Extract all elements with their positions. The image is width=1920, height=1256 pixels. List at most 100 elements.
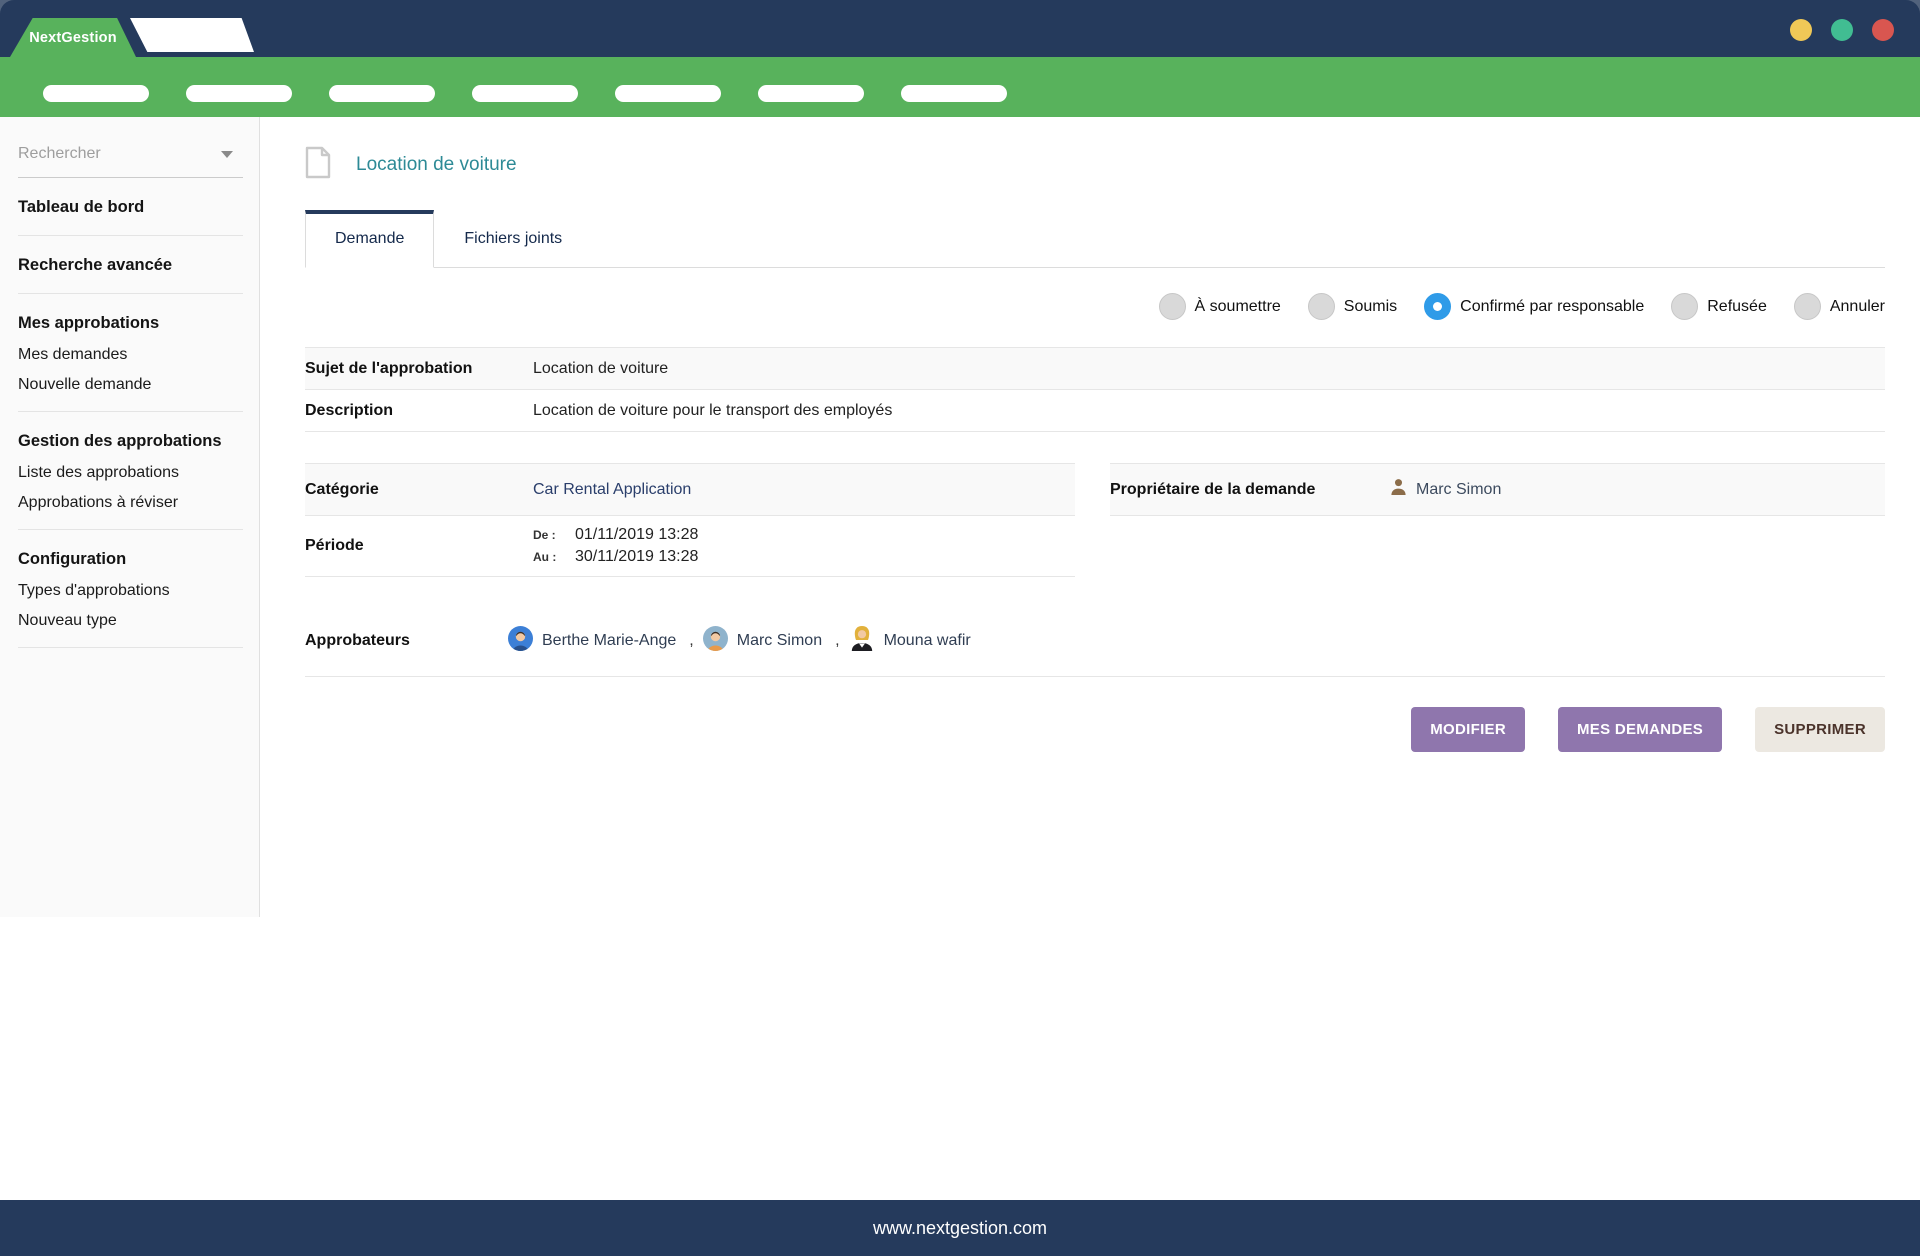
modifier-button[interactable]: MODIFIER xyxy=(1411,707,1525,752)
sidebar: Rechercher Tableau de bord Recherche ava… xyxy=(0,117,260,917)
nav-pill-placeholder xyxy=(758,85,864,102)
titlebar-backdrop: NextGestion xyxy=(0,0,1920,57)
radio-confirme-par-responsable[interactable]: Confirmé par responsable xyxy=(1424,293,1644,320)
sidebar-item-liste-des-approbations[interactable]: Liste des approbations xyxy=(18,454,243,484)
page-header: Location de voiture xyxy=(305,146,1885,184)
tab-bar: Demande Fichiers joints xyxy=(305,210,1885,268)
sidebar-group-gestion-des-approbations[interactable]: Gestion des approbations xyxy=(18,429,243,454)
nav-pill-placeholder xyxy=(43,85,149,102)
radio-soumis[interactable]: Soumis xyxy=(1308,293,1397,320)
sidebar-group-configuration[interactable]: Configuration xyxy=(18,547,243,572)
avatar-male-blue-icon xyxy=(508,626,533,656)
app-window: NextGestion Rechercher Tableau xyxy=(0,0,1920,1256)
page-title: Location de voiture xyxy=(356,154,517,176)
period-from-line: De : 01/11/2019 13:28 xyxy=(533,526,698,544)
sidebar-section: Tableau de bord xyxy=(18,178,243,236)
subject-value: Location de voiture xyxy=(533,360,668,378)
approver-mouna-wafir[interactable]: Mouna wafir xyxy=(849,625,971,656)
radio-label: Refusée xyxy=(1707,298,1767,316)
search-dropdown[interactable]: Rechercher xyxy=(18,143,243,178)
window-controls xyxy=(1790,19,1894,41)
radio-selected-icon xyxy=(1424,293,1451,320)
period-to-value: 30/11/2019 13:28 xyxy=(575,548,698,566)
window-minimize-dot-icon[interactable] xyxy=(1790,19,1812,41)
nav-pill-placeholder xyxy=(615,85,721,102)
tab-demande[interactable]: Demande xyxy=(305,210,434,268)
mes-demandes-button[interactable]: MES DEMANDES xyxy=(1558,707,1722,752)
sidebar-section: Gestion des approbations Liste des appro… xyxy=(18,412,243,530)
table-row-owner: Propriétaire de la demande Marc Simon xyxy=(1110,464,1885,516)
sidebar-item-nouvelle-demande[interactable]: Nouvelle demande xyxy=(18,366,243,396)
approver-name: Marc Simon xyxy=(737,632,822,650)
period-to-line: Au : 30/11/2019 13:28 xyxy=(533,548,698,566)
table-row-period: Période De : 01/11/2019 13:28 Au : 30/11… xyxy=(305,516,1075,577)
brand-tab[interactable]: NextGestion xyxy=(10,18,136,57)
radio-icon xyxy=(1794,293,1821,320)
description-label: Description xyxy=(305,402,533,420)
sidebar-item-approbations-a-reviser[interactable]: Approbations à réviser xyxy=(18,484,243,514)
main-panel: Location de voiture Demande Fichiers joi… xyxy=(260,117,1920,752)
sidebar-item-types-dapprobations[interactable]: Types d'approbations xyxy=(18,572,243,602)
category-value-link[interactable]: Car Rental Application xyxy=(533,481,691,499)
approver-berthe-marie-ange[interactable]: Berthe Marie-Ange xyxy=(508,626,676,656)
window-titlebar: NextGestion xyxy=(0,0,1920,57)
search-placeholder: Rechercher xyxy=(18,145,101,163)
period-values: De : 01/11/2019 13:28 Au : 30/11/2019 13… xyxy=(533,526,698,566)
radio-icon xyxy=(1159,293,1186,320)
details-columns: Catégorie Car Rental Application Période… xyxy=(305,463,1885,577)
sidebar-group-mes-approbations[interactable]: Mes approbations xyxy=(18,311,243,336)
main-navbar xyxy=(0,57,1920,117)
owner-table: Propriétaire de la demande Marc Simon xyxy=(1110,463,1885,577)
avatar-male-orange-icon xyxy=(703,626,728,656)
table-row-category: Catégorie Car Rental Application xyxy=(305,464,1075,516)
nav-pill-placeholder xyxy=(472,85,578,102)
period-from-label: De : xyxy=(533,528,575,542)
radio-annuler[interactable]: Annuler xyxy=(1794,293,1885,320)
radio-label: Confirmé par responsable xyxy=(1460,298,1644,316)
radio-label: Soumis xyxy=(1344,298,1397,316)
period-to-label: Au : xyxy=(533,550,575,564)
sidebar-section: Mes approbations Mes demandes Nouvelle d… xyxy=(18,294,243,412)
sidebar-item-nouveau-type[interactable]: Nouveau type xyxy=(18,602,243,632)
sidebar-section: Configuration Types d'approbations Nouve… xyxy=(18,530,243,648)
radio-a-soumettre[interactable]: À soumettre xyxy=(1159,293,1281,320)
tab-fichiers-joints[interactable]: Fichiers joints xyxy=(434,211,592,267)
nav-pill-placeholder xyxy=(186,85,292,102)
radio-icon xyxy=(1308,293,1335,320)
sidebar-item-mes-demandes[interactable]: Mes demandes xyxy=(18,336,243,366)
description-value: Location de voiture pour le transport de… xyxy=(533,402,892,420)
period-from-value: 01/11/2019 13:28 xyxy=(575,526,698,544)
subject-label: Sujet de l'approbation xyxy=(305,360,533,378)
user-icon xyxy=(1390,478,1407,501)
window-maximize-dot-icon[interactable] xyxy=(1831,19,1853,41)
owner-label: Propriétaire de la demande xyxy=(1110,481,1390,499)
radio-refusee[interactable]: Refusée xyxy=(1671,293,1767,320)
approver-separator: , xyxy=(689,632,693,650)
table-row-description: Description Location de voiture pour le … xyxy=(305,390,1885,432)
sidebar-section: Recherche avancée xyxy=(18,236,243,294)
content-area: Rechercher Tableau de bord Recherche ava… xyxy=(0,117,1920,1200)
supprimer-button[interactable]: SUPPRIMER xyxy=(1755,707,1885,752)
table-row-subject: Sujet de l'approbation Location de voitu… xyxy=(305,348,1885,390)
owner-value: Marc Simon xyxy=(1416,481,1501,499)
browser-tab-placeholder xyxy=(130,18,254,52)
sidebar-item-tableau-de-bord[interactable]: Tableau de bord xyxy=(18,195,243,220)
radio-icon xyxy=(1671,293,1698,320)
window-close-dot-icon[interactable] xyxy=(1872,19,1894,41)
approvers-list: Berthe Marie-Ange , xyxy=(508,625,971,656)
chevron-down-icon xyxy=(221,151,233,158)
nav-pill-placeholder xyxy=(329,85,435,102)
category-period-table: Catégorie Car Rental Application Période… xyxy=(305,463,1075,577)
status-radio-group: À soumettre Soumis Confirmé par responsa… xyxy=(305,293,1885,320)
approvers-label: Approbateurs xyxy=(305,632,508,650)
category-label: Catégorie xyxy=(305,481,533,499)
approver-name: Berthe Marie-Ange xyxy=(542,632,676,650)
approver-marc-simon[interactable]: Marc Simon xyxy=(703,626,822,656)
sidebar-item-recherche-avancee[interactable]: Recherche avancée xyxy=(18,253,243,278)
period-label: Période xyxy=(305,537,533,555)
nav-pill-placeholder xyxy=(901,85,1007,102)
footer-url: www.nextgestion.com xyxy=(873,1218,1047,1239)
radio-label: Annuler xyxy=(1830,298,1885,316)
approver-separator: , xyxy=(835,632,839,650)
approvers-row: Approbateurs xyxy=(305,625,1885,677)
